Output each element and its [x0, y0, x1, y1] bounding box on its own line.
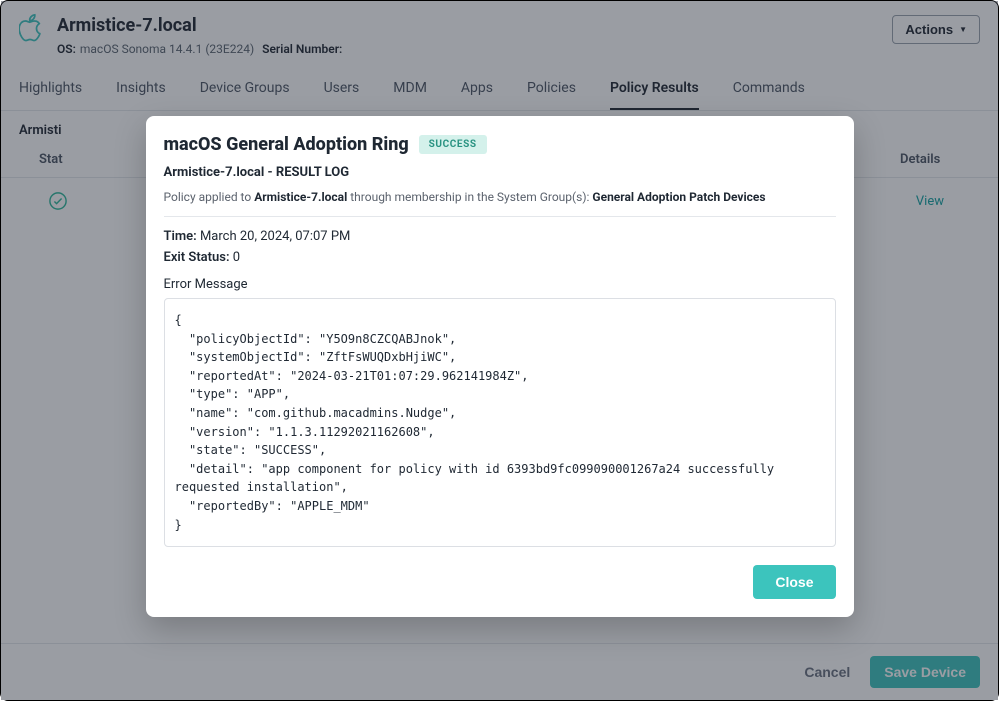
- modal-title: macOS General Adoption Ring: [164, 134, 409, 155]
- time-row: Time: March 20, 2024, 07:07 PM: [164, 229, 836, 244]
- time-label: Time:: [164, 229, 197, 244]
- modal-subtitle: Armistice-7.local - RESULT LOG: [164, 165, 836, 180]
- status-badge: SUCCESS: [419, 135, 487, 154]
- result-log-modal: macOS General Adoption Ring SUCCESS Armi…: [146, 116, 854, 617]
- exit-status-row: Exit Status: 0: [164, 250, 836, 265]
- exit-label: Exit Status:: [164, 250, 230, 265]
- error-message-body[interactable]: { "policyObjectId": "Y5O9n8CZCQABJnok", …: [164, 298, 836, 547]
- applied-prefix: Policy applied to: [164, 190, 252, 204]
- exit-value: 0: [233, 250, 240, 265]
- applied-mid: through membership in the System Group(s…: [350, 190, 589, 204]
- time-value: March 20, 2024, 07:07 PM: [200, 229, 350, 244]
- modal-overlay[interactable]: macOS General Adoption Ring SUCCESS Armi…: [1, 1, 998, 700]
- policy-applied-line: Policy applied to Armistice-7.local thro…: [164, 188, 836, 217]
- applied-device: Armistice-7.local: [254, 190, 347, 204]
- close-button[interactable]: Close: [753, 565, 835, 599]
- applied-groups: General Adoption Patch Devices: [592, 190, 765, 204]
- error-message-label: Error Message: [164, 277, 836, 292]
